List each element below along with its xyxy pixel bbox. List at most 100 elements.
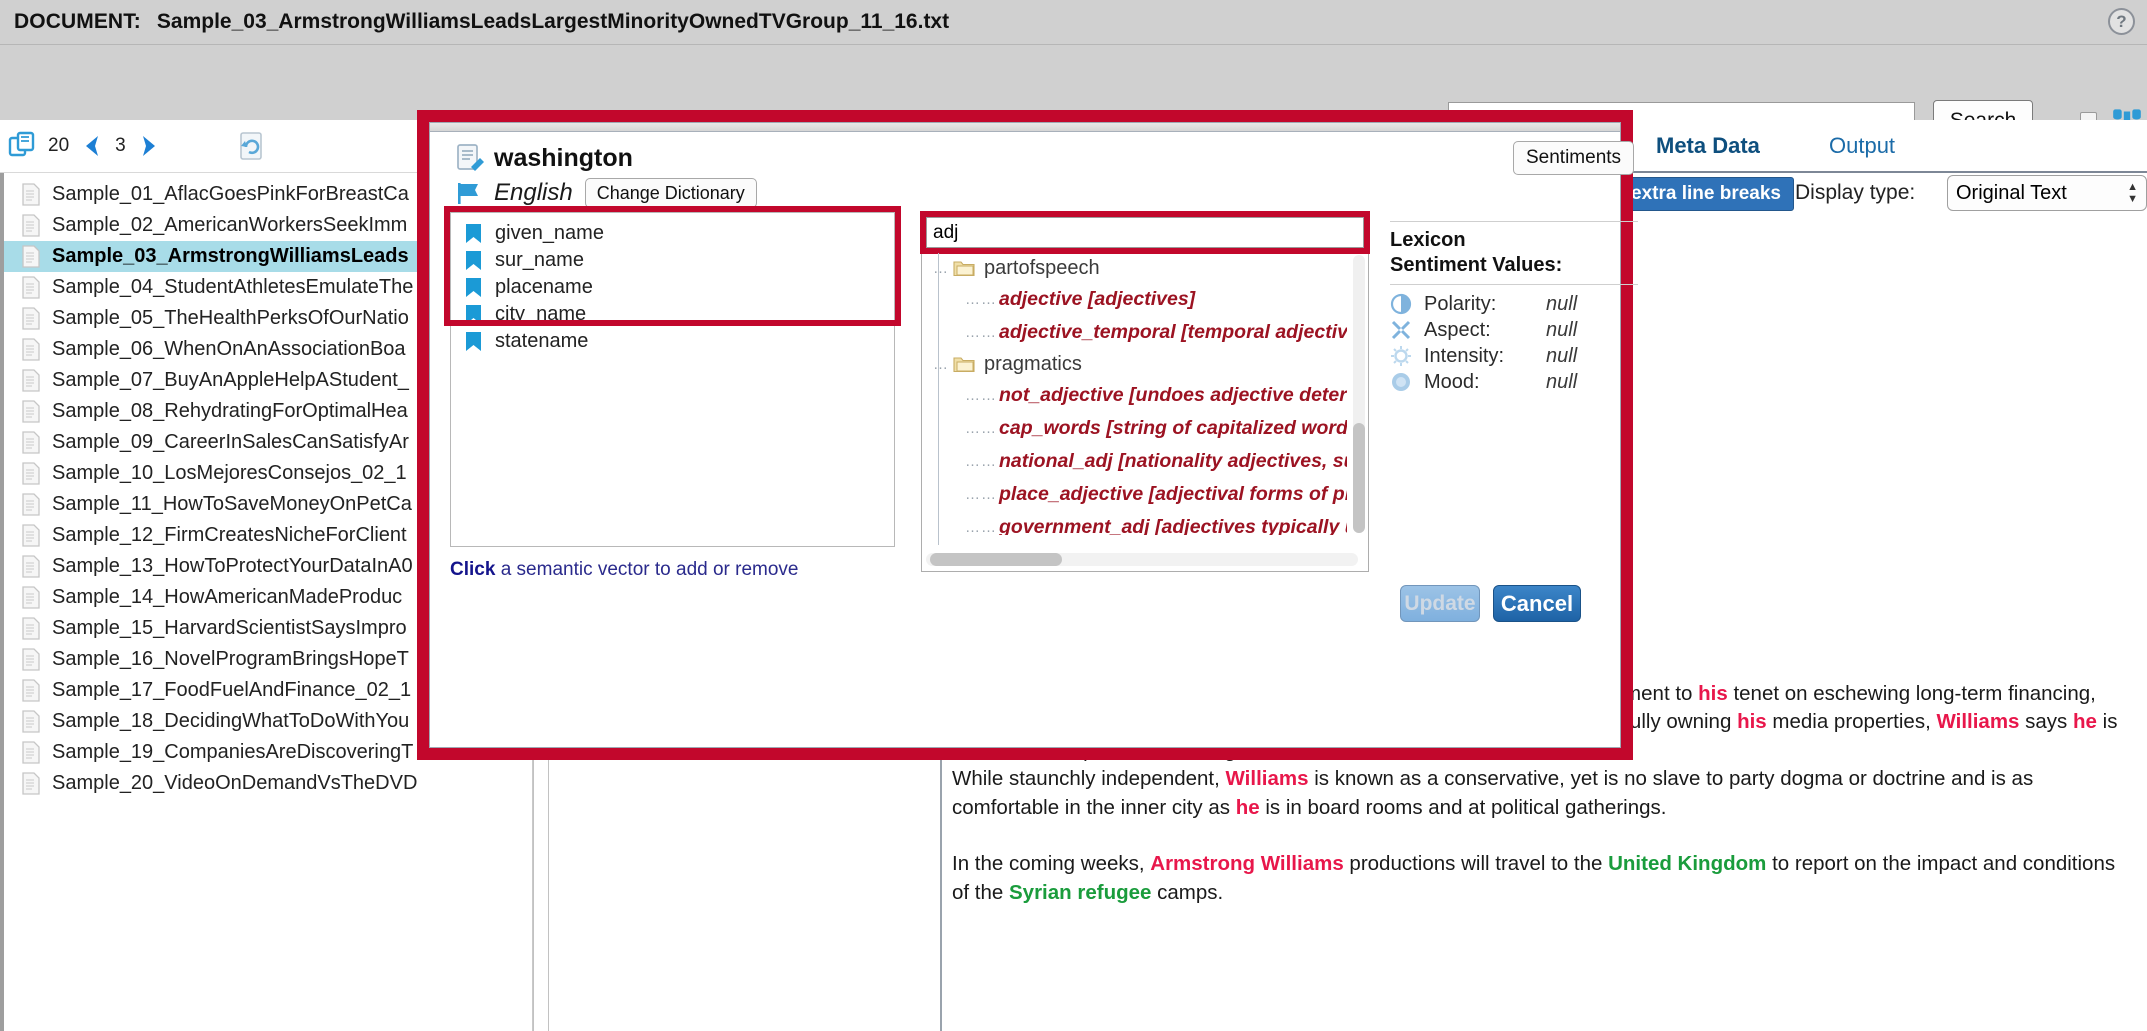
- sentiments-button[interactable]: Sentiments: [1513, 141, 1634, 175]
- tab-output[interactable]: Output: [1829, 133, 1895, 159]
- tree-leaf-node[interactable]: ……adjective_temporal [temporal adjective: [927, 316, 1347, 349]
- tree-connector: ……: [965, 324, 997, 341]
- semantic-vector-item[interactable]: city_name: [451, 301, 894, 328]
- entity-highlight[interactable]: he: [1236, 796, 1260, 819]
- file-icon: [22, 214, 40, 237]
- tree-vertical-scrollbar[interactable]: [1353, 255, 1365, 533]
- tree-horizontal-scroll-thumb[interactable]: [930, 553, 1062, 566]
- divider: [1390, 221, 1638, 222]
- entity-highlight[interactable]: Armstrong Williams: [1150, 852, 1343, 875]
- refresh-document-icon[interactable]: [238, 131, 266, 161]
- chevron-left-icon[interactable]: [79, 133, 105, 159]
- tree-leaf-label: place_adjective [adjectival forms of pla: [999, 483, 1347, 506]
- search-toolbar: Search: [0, 45, 2147, 120]
- file-name: Sample_14_HowAmericanMadeProduc: [52, 586, 402, 609]
- file-icon: [22, 555, 40, 578]
- file-icon: [22, 400, 40, 423]
- lexicon-search-input[interactable]: [926, 217, 1364, 248]
- file-icon: [22, 586, 40, 609]
- lexicon-tree-panel: … partofspeech……adjective [adjectives]………: [921, 212, 1369, 572]
- file-icon: [22, 524, 40, 547]
- file-name: Sample_19_CompaniesAreDiscoveringT: [52, 741, 413, 764]
- semantic-vector-item[interactable]: given_name: [451, 220, 894, 247]
- paragraph-spacer: [952, 822, 2139, 850]
- flag-icon: [456, 181, 482, 205]
- tree-leaf-node[interactable]: ……adjective [adjectives]: [927, 283, 1347, 316]
- entity-highlight[interactable]: his: [1737, 710, 1767, 733]
- file-name: Sample_15_HarvardScientistSaysImpro: [52, 617, 407, 640]
- tree-leaf-node[interactable]: ……not_adjective [undoes adjective determ: [927, 379, 1347, 412]
- entity-highlight[interactable]: Williams: [1226, 767, 1309, 790]
- divider: [1390, 284, 1638, 285]
- current-document-index: 3: [115, 135, 126, 157]
- lexicon-sentiment-row: Polarity:null: [1390, 291, 1638, 317]
- bookmark-icon: [465, 223, 482, 244]
- lexicon-title-line2: Sentiment Values:: [1390, 253, 1638, 278]
- semantic-vector-item[interactable]: statename: [451, 328, 894, 355]
- tree-connector: …: [933, 260, 949, 277]
- display-type-select[interactable]: Original Text ▲▼: [1947, 175, 2147, 211]
- file-name: Sample_01_AflacGoesPinkForBreastCa: [52, 183, 409, 206]
- file-name: Sample_16_NovelProgramBringsHopeT: [52, 648, 409, 671]
- tree-leaf-node[interactable]: ……cap_words [string of capitalized words: [927, 412, 1347, 445]
- file-name: Sample_09_CareerInSalesCanSatisfyAr: [52, 431, 409, 454]
- tree-vertical-scroll-thumb[interactable]: [1353, 423, 1365, 533]
- chevron-right-icon[interactable]: [136, 133, 162, 159]
- semantic-vector-dialog: washington English Change Dictionary Sen…: [417, 110, 1633, 760]
- extra-line-breaks-button[interactable]: extra line breaks: [1618, 177, 1794, 211]
- file-icon: [22, 183, 40, 206]
- help-icon[interactable]: ?: [2108, 8, 2135, 35]
- tree-leaf-node[interactable]: ……place_adjective [adjectival forms of p…: [927, 478, 1347, 511]
- semantic-vector-item[interactable]: sur_name: [451, 247, 894, 274]
- semantic-vector-list[interactable]: given_name sur_name placename city_name …: [450, 212, 895, 547]
- lexicon-key: Polarity:: [1424, 293, 1546, 316]
- update-button[interactable]: Update: [1400, 585, 1480, 622]
- lexicon-key: Intensity:: [1424, 345, 1546, 368]
- folder-icon: [953, 259, 975, 277]
- tree-connector: ……: [965, 387, 997, 404]
- chevron-updown-icon: ▲▼: [2127, 182, 2138, 204]
- cancel-button[interactable]: Cancel: [1493, 585, 1581, 622]
- entity-highlight[interactable]: United Kingdom: [1608, 852, 1766, 875]
- copy-documents-icon[interactable]: [8, 131, 38, 161]
- document-title: Sample_03_ArmstrongWilliamsLeadsLargestM…: [157, 10, 949, 34]
- file-icon: [22, 276, 40, 299]
- file-icon: [22, 245, 40, 268]
- entity-highlight[interactable]: his: [1698, 682, 1728, 705]
- tree-horizontal-scrollbar[interactable]: [926, 553, 1358, 566]
- tree-leaf-label: not_adjective [undoes adjective determ: [999, 384, 1347, 407]
- lexicon-title: Lexicon Sentiment Values:: [1390, 228, 1638, 278]
- tree-folder-node[interactable]: … partofspeech: [927, 253, 1347, 283]
- bookmark-icon: [465, 250, 482, 271]
- change-dictionary-button[interactable]: Change Dictionary: [585, 178, 757, 208]
- semantic-vector-label: sur_name: [495, 249, 584, 272]
- file-icon: [22, 462, 40, 485]
- bookmark-icon: [465, 277, 482, 298]
- tree-folder-node[interactable]: … pragmatics: [927, 349, 1347, 379]
- list-item[interactable]: Sample_20_VideoOnDemandVsTheDVD: [4, 768, 533, 799]
- semantic-vector-item[interactable]: placename: [451, 274, 894, 301]
- file-icon: [22, 679, 40, 702]
- lexicon-sentiment-row: Aspect:null: [1390, 317, 1638, 343]
- file-name: Sample_05_TheHealthPerksOfOurNatio: [52, 307, 409, 330]
- entity-highlight[interactable]: Williams: [1936, 710, 2019, 733]
- entity-highlight[interactable]: Syrian refugee: [1009, 881, 1151, 904]
- tree-folder-label: pragmatics: [984, 353, 1082, 376]
- tab-meta-data[interactable]: Meta Data: [1656, 133, 1760, 159]
- lexicon-title-line1: Lexicon: [1390, 228, 1638, 253]
- file-name: Sample_11_HowToSaveMoneyOnPetCa: [52, 493, 412, 516]
- tree-leaf-node[interactable]: ……government_adj [adjectives typically u: [927, 511, 1347, 535]
- tree-leaf-node[interactable]: ……national_adj [nationality adjectives, …: [927, 445, 1347, 478]
- file-name: Sample_20_VideoOnDemandVsTheDVD: [52, 772, 417, 795]
- lexicon-tree-list[interactable]: … partofspeech……adjective [adjectives]………: [927, 253, 1347, 535]
- file-name: Sample_06_WhenOnAnAssociationBoa: [52, 338, 406, 361]
- intensity-icon: [1390, 345, 1412, 367]
- document-paragraph: comfortable in the inner city as he is i…: [952, 794, 2139, 823]
- tree-leaf-label: cap_words [string of capitalized words: [999, 417, 1347, 440]
- file-name: Sample_02_AmericanWorkersSeekImm: [52, 214, 407, 237]
- semantic-vector-label: given_name: [495, 222, 604, 245]
- tree-connector: ……: [965, 519, 997, 535]
- entity-highlight[interactable]: he: [2073, 710, 2097, 733]
- file-icon: [22, 772, 40, 795]
- folder-icon: [953, 355, 975, 373]
